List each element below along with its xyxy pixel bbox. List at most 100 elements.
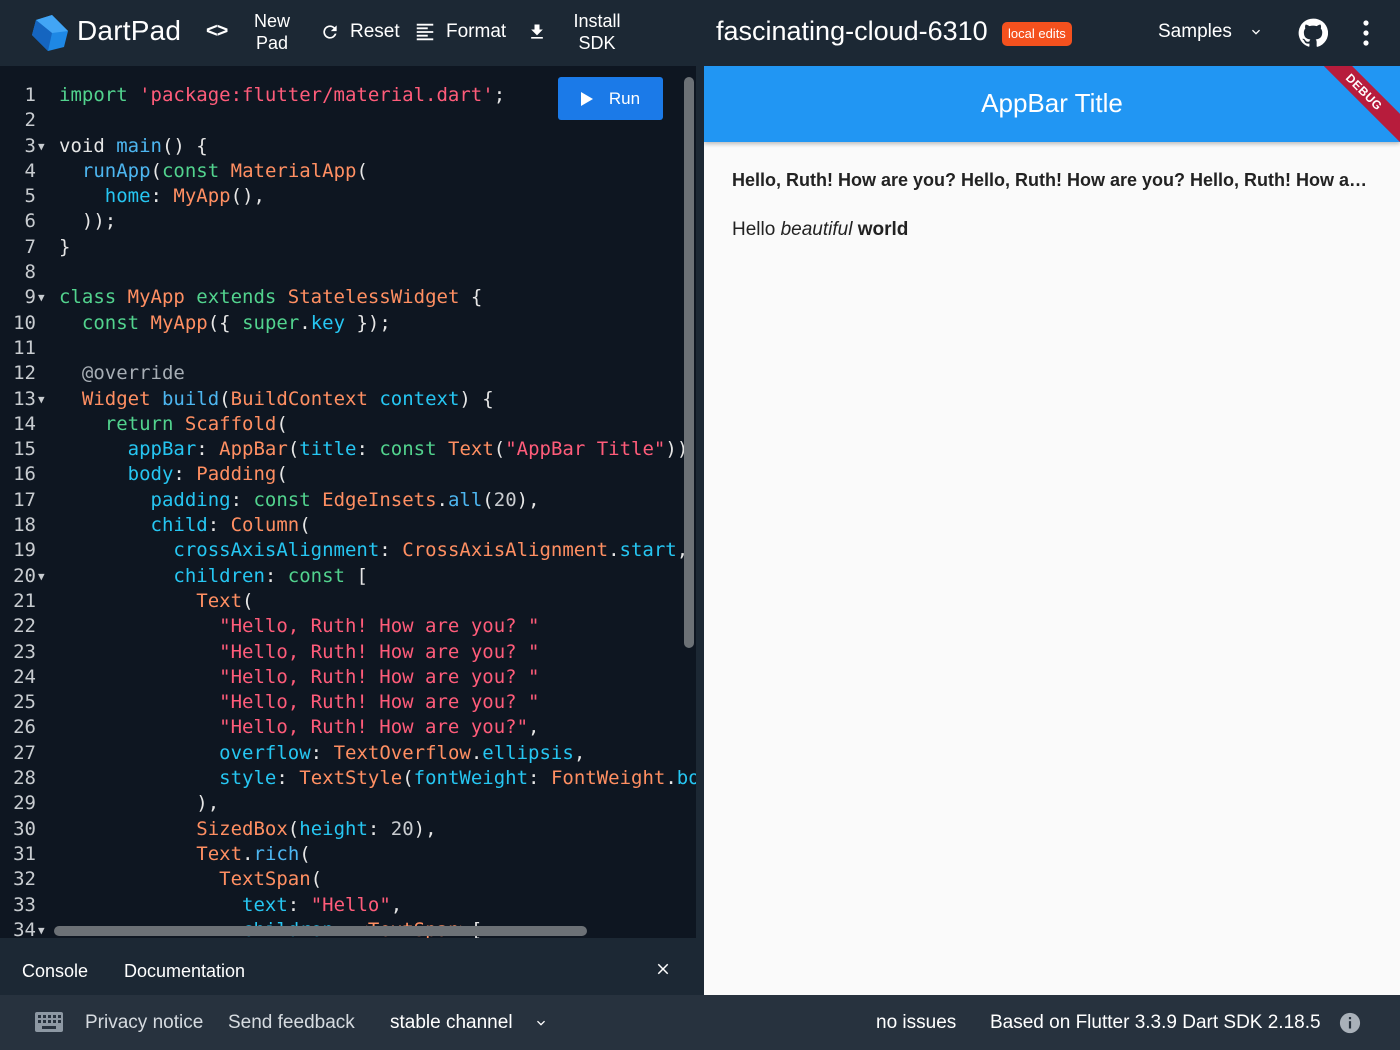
code-token: :	[287, 893, 311, 916]
line-number: 13	[13, 387, 36, 410]
line-number: 20	[13, 564, 36, 587]
channel-label: stable channel	[390, 1012, 513, 1033]
code-text: }	[59, 235, 70, 260]
issues-status[interactable]: no issues	[876, 1012, 956, 1034]
code-icon[interactable]: <>	[206, 20, 228, 43]
send-feedback-link[interactable]: Send feedback	[228, 1012, 355, 1034]
new-pad-button[interactable]: New Pad	[248, 10, 296, 54]
line-number: 21	[13, 589, 36, 612]
code-token: AppBar	[219, 438, 288, 461]
code-token: ),	[516, 488, 540, 511]
code-text: appBar: AppBar(title: const Text("AppBar…	[59, 437, 689, 462]
code-token: ),	[59, 792, 220, 815]
fold-arrow-icon[interactable]: ▼	[38, 285, 45, 310]
code-token: .	[299, 311, 311, 334]
run-label: Run	[608, 88, 641, 108]
code-token: CrossAxisAlignment	[402, 539, 609, 562]
code-text: runApp(const MaterialApp(	[59, 159, 368, 184]
code-token: (	[150, 159, 162, 182]
horizontal-scrollbar[interactable]	[54, 926, 587, 936]
keyboard-icon[interactable]	[35, 1012, 63, 1032]
close-icon[interactable]	[654, 960, 672, 978]
fold-arrow-icon[interactable]: ▼	[38, 387, 45, 412]
code-token: "Hello"	[310, 893, 391, 916]
privacy-notice-link[interactable]: Privacy notice	[85, 1012, 203, 1034]
format-button[interactable]: Format	[414, 21, 506, 43]
code-token: crossAxisAlignment	[173, 539, 380, 562]
code-text: body: Padding(	[59, 462, 288, 487]
github-icon[interactable]	[1298, 18, 1328, 48]
line-number: 26	[13, 716, 36, 739]
code-token: context	[379, 387, 460, 410]
code-token: Widget	[81, 387, 162, 410]
preview-app-bar: AppBar Title	[704, 66, 1400, 142]
fold-arrow-icon[interactable]: ▼	[38, 564, 45, 589]
line-number: 5	[24, 185, 36, 208]
code-text: overflow: TextOverflow.ellipsis,	[59, 741, 585, 766]
code-editor[interactable]: 1 import 'package:flutter/material.dart';…	[0, 66, 696, 938]
tab-documentation[interactable]: Documentation	[124, 961, 245, 982]
code-token: TextStyle	[299, 767, 403, 790]
code-token: super	[242, 311, 300, 334]
line-number: 2	[24, 109, 36, 132]
line-number: 3	[24, 134, 36, 157]
console-panel-bar: Console Documentation	[0, 946, 696, 995]
code-token: :	[230, 488, 254, 511]
code-token: overflow	[219, 741, 311, 764]
new-pad-label-1: New	[253, 11, 290, 31]
editor-divider[interactable]	[0, 938, 696, 946]
code-token: ,	[390, 893, 403, 916]
code-token: @override	[81, 362, 185, 385]
fold-arrow-icon[interactable]: ▼	[38, 134, 45, 159]
reset-button[interactable]: Reset	[320, 21, 400, 43]
code-text: crossAxisAlignment: CrossAxisAlignment.s…	[59, 538, 688, 563]
line-number: 4	[24, 159, 36, 182]
code-token: :	[196, 438, 220, 461]
code-token: rich	[253, 842, 300, 865]
tab-console[interactable]: Console	[22, 961, 88, 982]
line-number: 33	[13, 893, 36, 916]
code-token: ,	[528, 716, 540, 739]
line-number: 14	[13, 412, 36, 435]
code-token: Text	[196, 589, 243, 612]
code-token: MyApp	[150, 311, 208, 334]
code-token: bold	[676, 767, 696, 790]
play-icon	[580, 91, 593, 106]
line-number: 25	[13, 691, 36, 714]
code-token: (	[287, 817, 300, 840]
chevron-down-icon	[1251, 29, 1260, 35]
code-text: ),	[59, 791, 219, 816]
more-vert-icon[interactable]	[1356, 18, 1376, 48]
install-sdk-button[interactable]: Install SDK	[566, 10, 628, 54]
run-button[interactable]: Run	[558, 77, 663, 120]
project-name[interactable]: fascinating-cloud-6310	[716, 16, 988, 47]
reset-label: Reset	[350, 21, 400, 42]
code-token: ({	[207, 311, 243, 334]
fold-arrow-icon[interactable]: ▼	[38, 918, 45, 938]
code-token: void	[59, 134, 117, 157]
code-text: Widget build(BuildContext context) {	[59, 387, 494, 412]
samples-dropdown[interactable]: Samples	[1158, 21, 1264, 43]
code-token: return	[104, 412, 185, 435]
code-token: start	[619, 539, 677, 562]
code-token: EdgeInsets	[322, 488, 437, 511]
code-token: (),	[230, 185, 265, 208]
download-icon[interactable]	[527, 21, 547, 43]
vertical-scrollbar[interactable]	[684, 77, 694, 648]
code-token: (	[276, 463, 288, 486]
code-token: }	[59, 235, 71, 258]
info-icon[interactable]	[1339, 1012, 1361, 1034]
code-text: "Hello, Ruth! How are you?",	[59, 715, 539, 740]
app-preview[interactable]: AppBar Title DEBUG Hello, Ruth! How are …	[704, 66, 1400, 995]
channel-dropdown[interactable]: stable channel	[390, 1012, 549, 1034]
code-token: const	[253, 488, 323, 511]
code-token: ) {	[459, 387, 494, 410]
